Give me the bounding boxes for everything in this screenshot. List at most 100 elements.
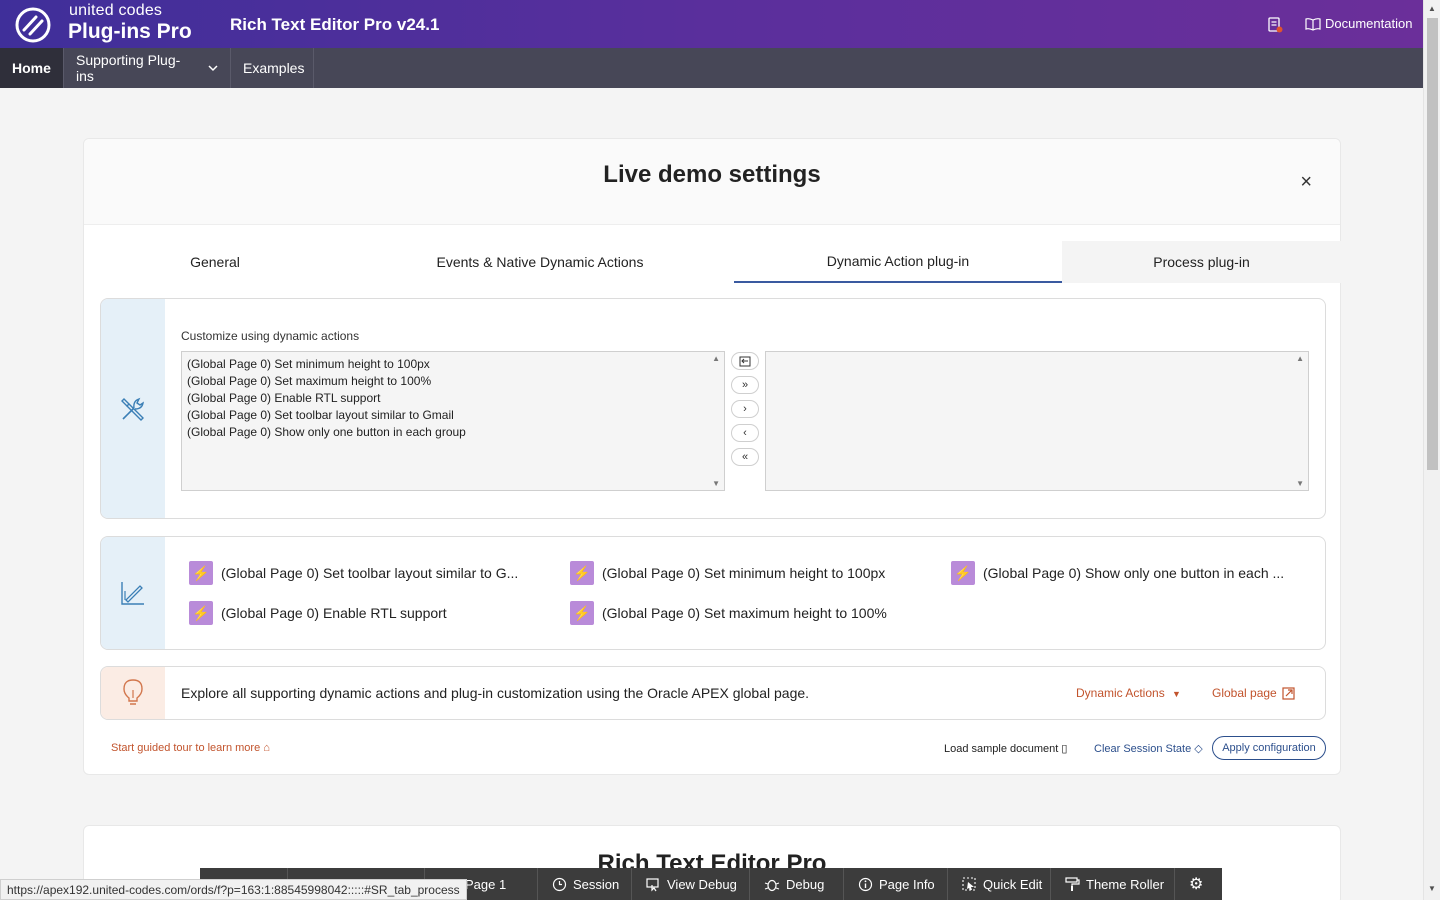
info-icon [858, 877, 873, 891]
shuttle-selected-list[interactable]: ▲ ▼ [765, 351, 1309, 491]
documentation-label: Documentation [1325, 16, 1413, 31]
session-label: Session [573, 876, 620, 892]
dynamic-action-chip[interactable]: ⚡ (Global Page 0) Enable RTL support [189, 601, 447, 625]
brand-logo-icon [15, 7, 51, 43]
caret-down-icon: ▼ [1172, 689, 1181, 699]
reset-icon [739, 356, 751, 366]
list-item[interactable]: (Global Page 0) Enable RTL support [182, 390, 466, 407]
scroll-up-arrow-icon[interactable]: ▲ [712, 354, 720, 363]
graduation-cap-icon: ⌂ [263, 742, 270, 754]
external-link-icon [1282, 686, 1295, 700]
tab-events-native-dynamic-actions[interactable]: Events & Native Dynamic Actions [380, 241, 700, 283]
lightbulb-icon [123, 679, 143, 705]
document-icon: ▯ [1061, 743, 1068, 755]
paint-roller-icon [1065, 876, 1080, 891]
tab-process-plugin[interactable]: Process plug-in [1062, 241, 1341, 283]
brand-name-top: united codes [69, 2, 163, 19]
view-debug-label: View Debug [667, 876, 737, 892]
documentation-link[interactable]: Documentation [1305, 16, 1412, 31]
page-info-label: Page Info [879, 876, 935, 892]
dynamic-action-chip[interactable]: ⚡ (Global Page 0) Set minimum height to … [570, 561, 885, 585]
move-all-right-button[interactable]: » [731, 376, 759, 394]
nav-supporting-plugins[interactable]: Supporting Plug-ins [64, 48, 231, 88]
region-icon-area [101, 667, 165, 719]
list-item[interactable]: (Global Page 0) Set toolbar layout simil… [182, 407, 466, 424]
chip-label: (Global Page 0) Set maximum height to 10… [602, 605, 887, 621]
scroll-down-icon[interactable]: ▼ [1428, 884, 1436, 893]
dynamic-action-chip[interactable]: ⚡ (Global Page 0) Set maximum height to … [570, 601, 887, 625]
lightning-icon: ⚡ [570, 561, 594, 585]
tab-general[interactable]: General [100, 241, 330, 283]
chip-label: (Global Page 0) Set toolbar layout simil… [221, 565, 519, 581]
devbar-quick-edit[interactable]: Quick Edit [948, 868, 1051, 900]
lightning-icon: ⚡ [570, 601, 594, 625]
scrollbar-thumb[interactable] [1427, 18, 1438, 470]
app-title[interactable]: Rich Text Editor Pro v24.1 [230, 15, 439, 35]
clipboard-notification-icon[interactable] [1267, 16, 1283, 33]
scroll-up-arrow-icon[interactable]: ▲ [1296, 354, 1304, 363]
explore-region: Explore all supporting dynamic actions a… [100, 666, 1326, 720]
clear-session-state-link[interactable]: Clear Session State ◇ [1094, 742, 1203, 755]
tab-dynamic-action-plugin[interactable]: Dynamic Action plug-in [734, 241, 1062, 283]
scroll-down-arrow-icon[interactable]: ▼ [1296, 479, 1304, 488]
dynamic-actions-chips-region: ⚡ (Global Page 0) Set toolbar layout sim… [100, 536, 1326, 650]
live-demo-settings-card: Live demo settings × General Events & Na… [83, 138, 1341, 775]
nav-supporting-label: Supporting Plug-ins [76, 52, 181, 84]
status-bar-url: https://apex192.united-codes.com/ords/f?… [0, 879, 467, 900]
tools-icon [121, 397, 144, 421]
move-right-button[interactable]: › [731, 400, 759, 418]
global-page-label: Global page [1212, 686, 1277, 700]
chevron-down-icon [208, 65, 218, 72]
reset-button[interactable] [731, 352, 759, 370]
list-item[interactable]: (Global Page 0) Show only one button in … [182, 424, 466, 441]
region-icon-area [101, 299, 165, 518]
devbar-page-info[interactable]: Page Info [844, 868, 948, 900]
cursor-select-icon [962, 876, 976, 891]
guided-tour-link[interactable]: Start guided tour to learn more ⌂ [111, 742, 270, 754]
shuttle-available-list[interactable]: (Global Page 0) Set minimum height to 10… [181, 351, 725, 491]
lightning-icon: ⚡ [189, 601, 213, 625]
clock-icon [552, 877, 567, 891]
list-item[interactable]: (Global Page 0) Set minimum height to 10… [182, 356, 466, 373]
gear-icon: ⚙ [1189, 876, 1204, 893]
close-icon[interactable]: × [1300, 171, 1312, 194]
guided-tour-label: Start guided tour to learn more [111, 742, 261, 754]
chevron-right-icon: › [743, 403, 747, 415]
debug-label: Debug [786, 876, 825, 892]
load-sample-document-link[interactable]: Load sample document ▯ [944, 742, 1067, 755]
dynamic-action-chip[interactable]: ⚡ (Global Page 0) Show only one button i… [951, 561, 1284, 585]
scroll-down-arrow-icon[interactable]: ▼ [712, 479, 720, 488]
move-left-button[interactable]: ‹ [731, 424, 759, 442]
region-icon-area [101, 537, 165, 649]
book-icon [1305, 17, 1321, 31]
page-scrollbar[interactable]: ▲ ▼ [1423, 0, 1440, 900]
nav-examples[interactable]: Examples [231, 48, 314, 88]
move-all-left-button[interactable]: « [731, 448, 759, 466]
chip-label: (Global Page 0) Show only one button in … [983, 565, 1285, 581]
global-page-link[interactable]: Global page [1212, 686, 1295, 700]
top-header: united codes Plug-ins Pro Rich Text Edit… [0, 0, 1423, 48]
devbar-view-debug[interactable]: View Debug [632, 868, 750, 900]
dynamic-actions-dropdown[interactable]: Dynamic Actions ▼ [1076, 686, 1181, 700]
devbar-debug[interactable]: Debug [750, 868, 844, 900]
shuttle-controls: » › ‹ « [731, 352, 759, 472]
customize-region: Customize using dynamic actions (Global … [100, 298, 1326, 519]
explore-text: Explore all supporting dynamic actions a… [181, 685, 810, 701]
devbar-theme-roller[interactable]: Theme Roller [1051, 868, 1175, 900]
load-sample-label: Load sample document [944, 743, 1059, 755]
eraser-icon: ◇ [1194, 743, 1203, 755]
list-item[interactable]: (Global Page 0) Set maximum height to 10… [182, 373, 466, 390]
card-title: Live demo settings [603, 161, 821, 188]
card-header: Live demo settings × [84, 139, 1340, 225]
devbar-session[interactable]: Session [538, 868, 632, 900]
brand-name-bottom: Plug-ins Pro [68, 20, 192, 43]
bug-icon [764, 879, 780, 891]
nav-home[interactable]: Home [0, 48, 64, 88]
double-chevron-right-icon: » [741, 379, 749, 391]
card-footer: Start guided tour to learn more ⌂ Load s… [84, 736, 1340, 762]
clear-session-label: Clear Session State [1094, 743, 1192, 755]
devbar-settings[interactable]: ⚙ [1175, 868, 1222, 900]
scroll-up-icon[interactable]: ▲ [1428, 4, 1436, 13]
apply-configuration-button[interactable]: Apply configuration [1212, 736, 1326, 760]
dynamic-action-chip[interactable]: ⚡ (Global Page 0) Set toolbar layout sim… [189, 561, 518, 585]
